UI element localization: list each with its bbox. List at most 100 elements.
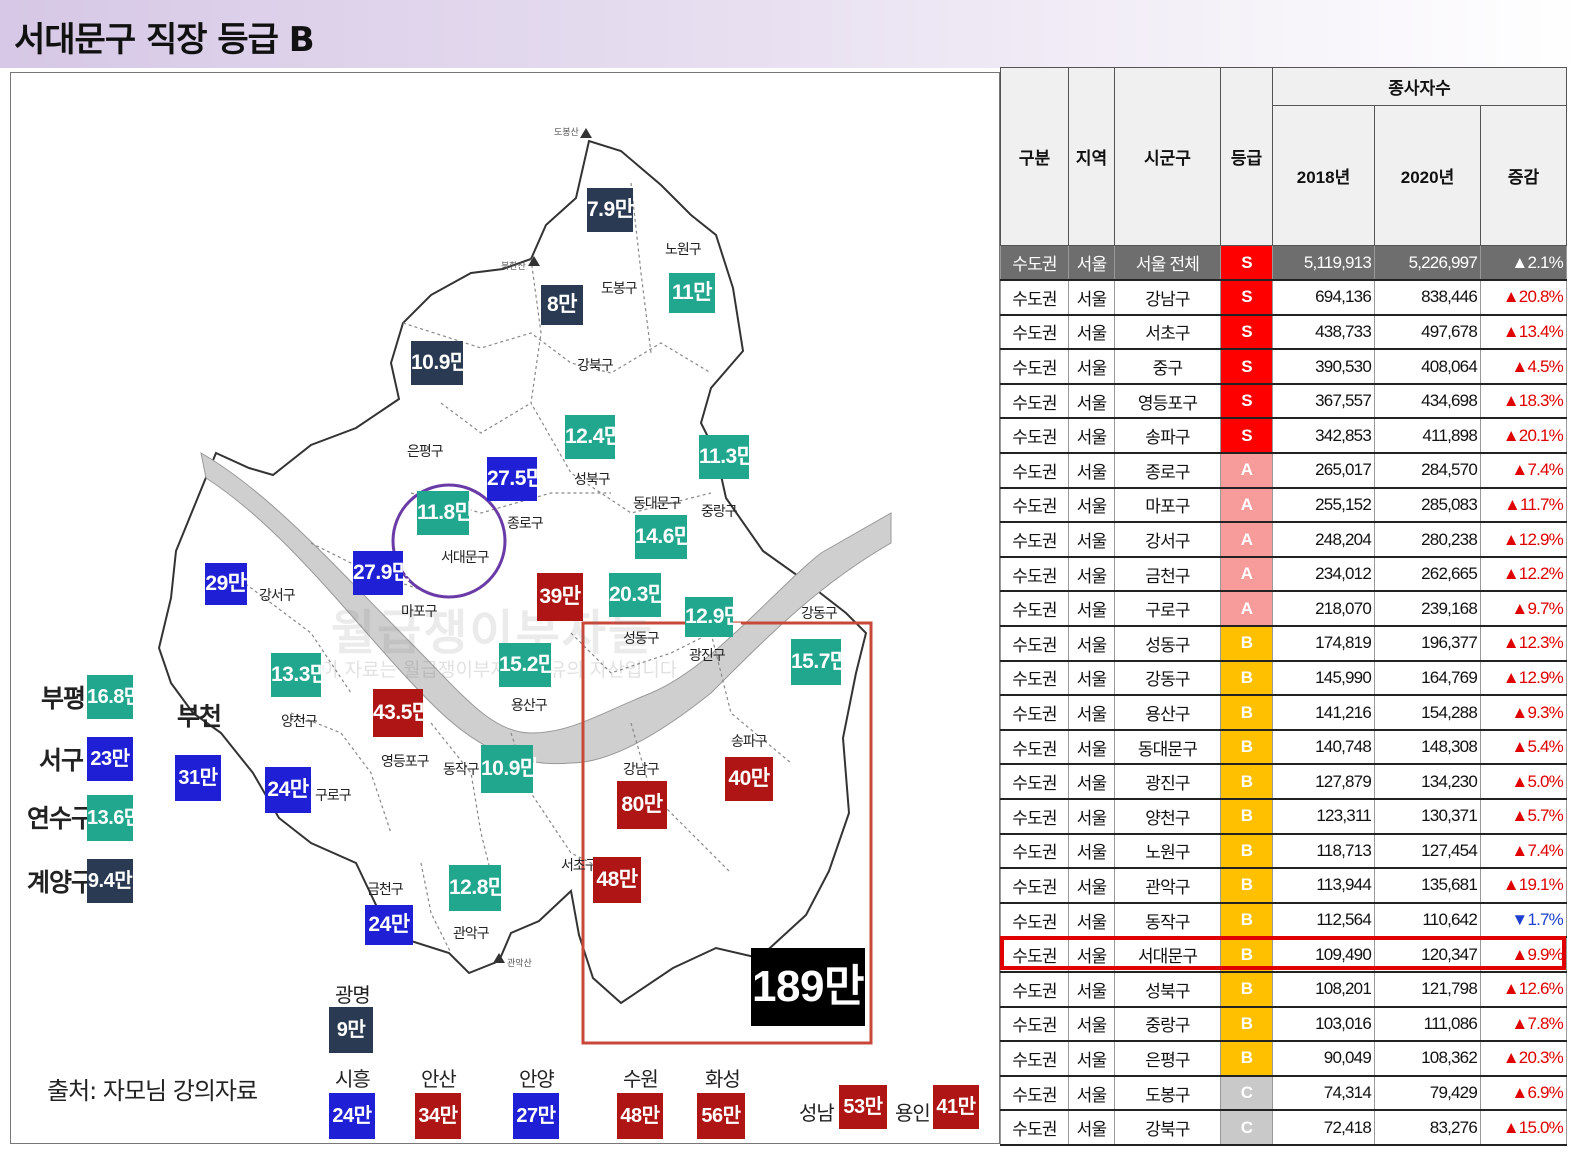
district-label: 성북구 bbox=[574, 472, 611, 488]
cell-gubun: 수도권 bbox=[1000, 522, 1069, 558]
cell-region: 서울 bbox=[1068, 556, 1115, 593]
cell-region: 서울 bbox=[1068, 1110, 1115, 1146]
cell-2020: 284,570 bbox=[1374, 453, 1481, 489]
cell-gubun: 수도권 bbox=[1000, 1075, 1069, 1112]
table-row: 수도권 서울 영등포구 S 367,557 434,698 ▲18.3% bbox=[1000, 383, 1567, 420]
cell-2020: 135,681 bbox=[1374, 868, 1481, 904]
cell-grade: B bbox=[1220, 937, 1273, 973]
cell-2018: 5,119,913 bbox=[1272, 245, 1375, 282]
district-label: 은평구 bbox=[407, 444, 444, 460]
district-label: 영등포구 bbox=[381, 754, 430, 770]
cell-2018: 367,557 bbox=[1272, 383, 1375, 420]
value-box-seongdong: 20.3만 bbox=[609, 573, 667, 617]
cell-gubun: 수도권 bbox=[1000, 280, 1069, 316]
value-box-jungnang: 11.3만 bbox=[699, 435, 756, 479]
city-value-bupyeong: 16.8만 bbox=[87, 675, 142, 719]
table-row: 수도권 서울 서초구 S 438,733 497,678 ▲13.4% bbox=[1000, 314, 1567, 351]
table-row: 수도권 서울 노원구 B 118,713 127,454 ▲7.4% bbox=[1000, 833, 1567, 870]
district-label: 금천구 bbox=[367, 882, 404, 898]
cell-grade: S bbox=[1220, 245, 1273, 282]
cell-change: ▲20.8% bbox=[1480, 280, 1567, 316]
cell-change: ▲9.7% bbox=[1480, 591, 1567, 628]
header-change: 증감 bbox=[1480, 105, 1567, 246]
cell-region: 서울 bbox=[1068, 868, 1115, 904]
cell-region: 서울 bbox=[1068, 245, 1115, 282]
cell-gubun: 수도권 bbox=[1000, 556, 1069, 593]
city-value-suwon: 48만 bbox=[617, 1093, 663, 1139]
cell-2018: 123,311 bbox=[1272, 799, 1375, 835]
table-row: 수도권 서울 강서구 A 248,204 280,238 ▲12.9% bbox=[1000, 522, 1567, 558]
cell-2020: 239,168 bbox=[1374, 591, 1481, 628]
city-label-gyeyang: 계양구 bbox=[27, 868, 94, 897]
cell-region: 서울 bbox=[1068, 833, 1115, 870]
cell-region: 서울 bbox=[1068, 522, 1115, 558]
cell-change: ▲5.7% bbox=[1480, 799, 1567, 835]
value-box-seocho: 48만 bbox=[593, 857, 641, 903]
cell-2018: 265,017 bbox=[1272, 453, 1375, 489]
cell-change: ▲12.9% bbox=[1480, 660, 1567, 697]
cell-sigungu: 도봉구 bbox=[1114, 1075, 1221, 1112]
cell-region: 서울 bbox=[1068, 660, 1115, 697]
cell-2018: 109,490 bbox=[1272, 937, 1375, 973]
cell-grade: S bbox=[1220, 314, 1273, 351]
cell-gubun: 수도권 bbox=[1000, 729, 1069, 766]
district-label: 동작구 bbox=[443, 762, 480, 778]
city-label-seongnam: 성남 bbox=[799, 1101, 835, 1125]
cell-grade: B bbox=[1220, 764, 1273, 800]
cell-change: ▲9.3% bbox=[1480, 695, 1567, 731]
cell-change: ▲20.3% bbox=[1480, 1041, 1567, 1077]
city-value-bucheon: 31만 bbox=[175, 755, 221, 801]
table-row: 수도권 서울 송파구 S 342,853 411,898 ▲20.1% bbox=[1000, 418, 1567, 455]
value-box-nowon: 11만 bbox=[669, 273, 715, 313]
cell-change: ▲19.1% bbox=[1480, 868, 1567, 904]
cell-2020: 108,362 bbox=[1374, 1041, 1481, 1077]
cell-2018: 145,990 bbox=[1272, 660, 1375, 697]
district-label: 관악구 bbox=[453, 926, 490, 942]
cell-region: 서울 bbox=[1068, 902, 1115, 939]
city-label-hwaseong: 화성 bbox=[705, 1067, 741, 1091]
cell-grade: C bbox=[1220, 1075, 1273, 1112]
cell-region: 서울 bbox=[1068, 799, 1115, 835]
table-body: 수도권 서울 서울 전체 S 5,119,913 5,226,997 ▲2.1% 수도권 서울 강… bbox=[1000, 245, 1567, 1146]
table-row: 수도권 서울 양천구 B 123,311 130,371 ▲5.7% bbox=[1000, 799, 1567, 835]
table-row: 수도권 서울 용산구 B 141,216 154,288 ▲9.3% bbox=[1000, 695, 1567, 731]
cell-sigungu: 종로구 bbox=[1114, 453, 1221, 489]
district-label: 마포구 bbox=[401, 604, 438, 620]
cell-2020: 434,698 bbox=[1374, 383, 1481, 420]
cell-sigungu: 중랑구 bbox=[1114, 1006, 1221, 1043]
cell-gubun: 수도권 bbox=[1000, 1006, 1069, 1043]
mountain-marker-dobong bbox=[580, 128, 592, 138]
cell-change: ▲7.4% bbox=[1480, 833, 1567, 870]
cell-2018: 103,016 bbox=[1272, 1006, 1375, 1043]
value-box-gangnam: 80만 bbox=[617, 781, 667, 829]
table-row: 수도권 서울 중구 S 390,530 408,064 ▲4.5% bbox=[1000, 349, 1567, 385]
table-row: 수도권 서울 금천구 A 234,012 262,665 ▲12.2% bbox=[1000, 556, 1567, 593]
cell-change: ▲12.3% bbox=[1480, 626, 1567, 662]
title-bar: 서대문구 직장 등급 B bbox=[0, 0, 1581, 68]
city-value-gwangmyeong: 9만 bbox=[329, 1007, 373, 1053]
cell-region: 서울 bbox=[1068, 418, 1115, 455]
value-box-jongno: 27.5만 bbox=[487, 457, 545, 501]
cell-2020: 262,665 bbox=[1374, 556, 1481, 593]
cell-region: 서울 bbox=[1068, 1075, 1115, 1112]
watermark: 월급쟁이부자들 bbox=[331, 605, 655, 661]
cell-sigungu: 강동구 bbox=[1114, 660, 1221, 697]
cell-2020: 196,377 bbox=[1374, 626, 1481, 662]
cell-grade: B bbox=[1220, 971, 1273, 1008]
cell-gubun: 수도권 bbox=[1000, 971, 1069, 1008]
cell-gubun: 수도권 bbox=[1000, 245, 1069, 282]
city-value-siheung: 24만 bbox=[329, 1093, 375, 1139]
cell-2020: 408,064 bbox=[1374, 349, 1481, 385]
city-value-anyang: 27만 bbox=[513, 1093, 559, 1139]
cell-sigungu: 송파구 bbox=[1114, 418, 1221, 455]
cell-2018: 218,070 bbox=[1272, 591, 1375, 628]
cell-2020: 497,678 bbox=[1374, 314, 1481, 351]
cell-2020: 79,429 bbox=[1374, 1075, 1481, 1112]
value-box-gwangjin: 12.9만 bbox=[685, 597, 743, 637]
cell-change: ▲7.8% bbox=[1480, 1006, 1567, 1043]
mountain-label: 북한산 bbox=[501, 262, 526, 272]
cell-sigungu: 강북구 bbox=[1114, 1110, 1221, 1146]
cell-gubun: 수도권 bbox=[1000, 1110, 1069, 1146]
cell-gubun: 수도권 bbox=[1000, 487, 1069, 524]
value-box-seodaemun: 11.8만 bbox=[417, 491, 474, 535]
